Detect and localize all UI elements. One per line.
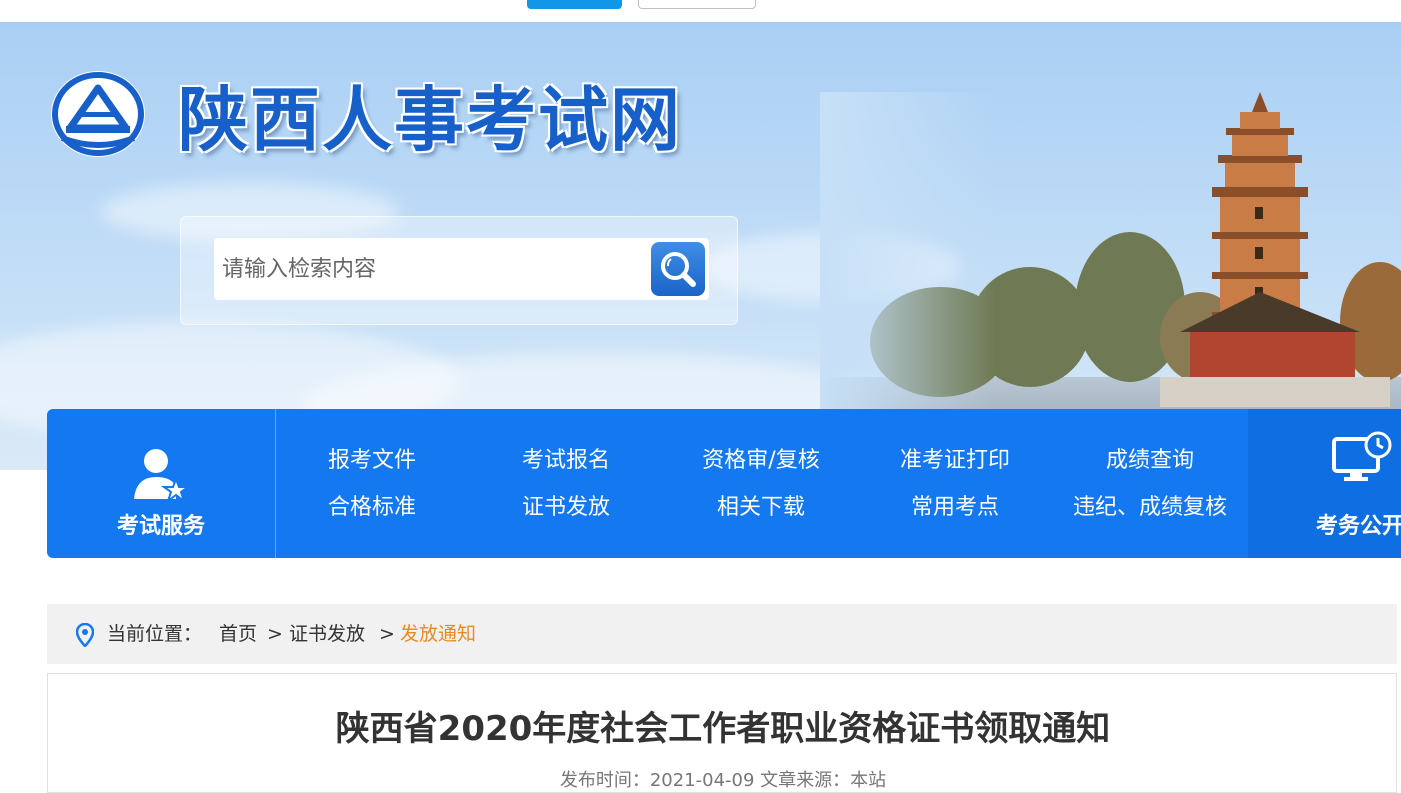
- breadcrumb: 当前位置： 首页 > 证书发放 > 发放通知: [47, 604, 1397, 664]
- top-bar: [0, 0, 1401, 22]
- user-star-icon: [134, 449, 190, 503]
- nav-link-changyong-kaodian[interactable]: 常用考点: [858, 493, 1052, 523]
- breadcrumb-home-link[interactable]: 首页: [219, 622, 257, 646]
- nav-exam-service[interactable]: 考试服务: [47, 409, 276, 558]
- article-title: 陕西省2020年度社会工作者职业资格证书领取通知: [335, 709, 1111, 749]
- nav-link-zhengshu-fafang[interactable]: 证书发放: [469, 493, 663, 523]
- nav-link-xiangguan-xiazai[interactable]: 相关下载: [664, 493, 858, 523]
- breadcrumb-prefix: 当前位置：: [107, 623, 203, 645]
- article-panel: 陕西省2020年度社会工作者职业资格证书领取通知 发布时间：2021-04-09…: [47, 673, 1397, 793]
- nav-link-zhunkaozheng[interactable]: 准考证打印: [858, 446, 1052, 476]
- nav-service-label: 考试服务: [116, 514, 205, 539]
- top-register-button[interactable]: [638, 0, 756, 9]
- site-title: 陕西人事考试网: [178, 79, 682, 161]
- location-pin-icon: [76, 623, 94, 647]
- breadcrumb-current[interactable]: 发放通知: [400, 622, 476, 646]
- monitor-clock-icon: [1332, 431, 1392, 481]
- search-input[interactable]: [214, 238, 649, 300]
- header-banner: 陕西人事考试网: [0, 22, 1401, 470]
- nav-link-chengji-chaxun[interactable]: 成绩查询: [1053, 446, 1247, 476]
- nav-public-label: 考务公开: [1316, 514, 1401, 539]
- breadcrumb-separator: >: [267, 623, 283, 645]
- nav-link-kaoshi-baoming[interactable]: 考试报名: [469, 446, 663, 476]
- main-navigation: 考试服务 报考文件 考试报名 资格审/复核 准考证打印 成绩查询 合格标准 证书…: [47, 409, 1401, 558]
- site-logo-icon[interactable]: [48, 68, 148, 164]
- top-login-button[interactable]: [527, 0, 622, 9]
- nav-link-zige-shenhe[interactable]: 资格审/复核: [664, 446, 858, 476]
- search-panel: [180, 216, 738, 325]
- nav-exam-public[interactable]: 考务公开: [1248, 409, 1401, 558]
- nav-link-weiji-fuhe[interactable]: 违纪、成绩复核: [1053, 493, 1247, 523]
- nav-link-baokao-wenjian[interactable]: 报考文件: [275, 446, 469, 476]
- breadcrumb-separator: >: [379, 623, 395, 645]
- article-meta: 发布时间：2021-04-09 文章来源：本站: [559, 770, 887, 791]
- search-icon: [661, 252, 696, 287]
- nav-link-hege-biaozhun[interactable]: 合格标准: [275, 493, 469, 523]
- breadcrumb-section-link[interactable]: 证书发放: [289, 622, 365, 646]
- nav-links: 报考文件 考试报名 资格审/复核 准考证打印 成绩查询 合格标准 证书发放 相关…: [275, 409, 1248, 558]
- search-button[interactable]: [651, 242, 705, 296]
